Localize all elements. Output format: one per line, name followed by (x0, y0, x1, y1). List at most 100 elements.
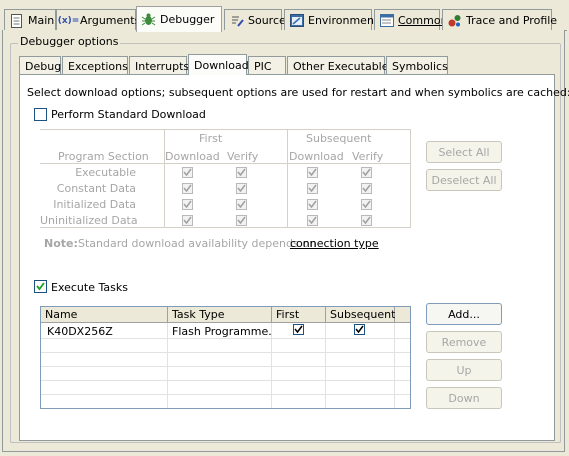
column-header-task-type[interactable]: Task Type (168, 307, 272, 323)
checkmark-icon (362, 184, 371, 193)
subsequent-verify-checkbox[interactable] (361, 215, 372, 226)
first-download-checkbox[interactable] (182, 167, 193, 178)
checkmark-icon (183, 200, 192, 209)
tab-interrupts[interactable]: Interrupts (129, 56, 189, 75)
tab-arguments[interactable]: (x)= Arguments (56, 9, 140, 31)
column-header-first[interactable]: First (272, 307, 326, 323)
tab-exceptions[interactable]: Exceptions (62, 56, 128, 75)
subsequent-group-header: Subsequent (306, 132, 372, 145)
tab-debugger-label: Debugger (160, 13, 215, 26)
download-grid-divider (164, 129, 165, 227)
add-task-button[interactable]: Add... (426, 303, 502, 325)
checkmark-icon (294, 325, 303, 334)
tab-common-label: Common (398, 14, 448, 27)
tab-environment-label: Environment (308, 14, 379, 27)
tab-source-label: Source (248, 14, 286, 27)
checkmark-icon (237, 216, 246, 225)
task-name-cell[interactable]: K40DX256Z (43, 324, 167, 338)
main-page-icon (9, 13, 24, 28)
checkmark-icon (362, 216, 371, 225)
tab-source[interactable]: Source (224, 9, 286, 31)
grid-line (41, 366, 410, 367)
download-grid-divider (287, 129, 288, 227)
tab-other-executables[interactable]: Other Executables (287, 56, 394, 75)
download-description: Select download options; subsequent opti… (27, 86, 569, 99)
first-verify-checkbox[interactable] (236, 215, 247, 226)
program-section-label: Uninitialized Data (40, 214, 138, 227)
first-verify-checkbox[interactable] (236, 199, 247, 210)
tab-trace-and-profile[interactable]: Trace and Profile (442, 9, 557, 31)
subsequent-verify-checkbox[interactable] (361, 183, 372, 194)
first-group-header: First (199, 132, 223, 145)
tab-pic[interactable]: PIC (248, 56, 286, 75)
debugger-option-tabs: Debug Exceptions Interrupts Download PIC… (19, 54, 555, 75)
debugger-options-title: Debugger options (18, 35, 121, 48)
subsequent-verify-checkbox[interactable] (361, 167, 372, 178)
checkmark-icon (362, 168, 371, 177)
subsequent-download-checkbox[interactable] (307, 215, 318, 226)
task-type-cell[interactable]: Flash Programme... (168, 324, 271, 338)
tab-debug[interactable]: Debug (19, 56, 61, 75)
checkmark-icon (237, 168, 246, 177)
first-verify-header: Verify (227, 150, 259, 163)
task-first-checkbox[interactable] (293, 324, 304, 335)
first-download-header: Download (165, 150, 220, 163)
move-down-button[interactable]: Down (426, 387, 502, 409)
first-download-checkbox[interactable] (182, 199, 193, 210)
tab-environment[interactable]: Environment (284, 9, 378, 31)
select-all-button[interactable]: Select All (426, 141, 502, 163)
move-up-button[interactable]: Up (426, 359, 502, 381)
grid-line (41, 394, 410, 395)
grid-line (41, 338, 410, 339)
checkmark-icon (308, 200, 317, 209)
first-verify-checkbox[interactable] (236, 183, 247, 194)
checkmark-icon (237, 184, 246, 193)
column-header-name[interactable]: Name (41, 307, 168, 323)
note-text: Standard download availability depends o… (78, 237, 316, 250)
subsequent-download-header: Download (289, 150, 344, 163)
tab-common[interactable]: Common (374, 9, 448, 31)
download-grid-divider (410, 129, 411, 227)
tab-main-label: Main (28, 14, 55, 27)
first-download-checkbox[interactable] (182, 183, 193, 194)
launch-configuration-dialog: Main (x)= Arguments Debugger Source Envi… (0, 0, 569, 456)
common-icon (379, 13, 394, 28)
subsequent-download-checkbox[interactable] (307, 183, 318, 194)
tab-download[interactable]: Download (188, 54, 249, 75)
subsequent-download-checkbox[interactable] (307, 167, 318, 178)
program-section-header: Program Section (58, 150, 149, 163)
grid-line (41, 352, 410, 353)
column-header-subsequent[interactable]: Subsequent (326, 307, 395, 323)
deselect-all-button[interactable]: Deselect All (426, 169, 502, 191)
source-icon (229, 13, 244, 28)
task-subsequent-checkbox[interactable] (354, 324, 365, 335)
tab-debugger[interactable]: Debugger (136, 6, 222, 32)
tab-arguments-label: Arguments (80, 14, 141, 27)
checkmark-icon (237, 200, 246, 209)
download-grid-bottom (40, 227, 411, 228)
perform-standard-download-checkbox[interactable] (34, 108, 47, 121)
trace-profile-icon (447, 13, 462, 28)
download-grid-top (40, 129, 411, 130)
perform-standard-download-label: Perform Standard Download (51, 108, 206, 121)
connection-type-link[interactable]: connection type (290, 237, 379, 250)
column-header-filler (395, 307, 410, 323)
launch-config-tabs: Main (x)= Arguments Debugger Source Envi… (2, 6, 567, 32)
program-section-label: Executable (75, 166, 136, 179)
first-download-checkbox[interactable] (182, 215, 193, 226)
program-section-label: Initialized Data (53, 198, 136, 211)
tab-main[interactable]: Main (4, 9, 56, 31)
checkmark-icon (308, 168, 317, 177)
checkmark-icon (308, 216, 317, 225)
subsequent-verify-checkbox[interactable] (361, 199, 372, 210)
first-verify-checkbox[interactable] (236, 167, 247, 178)
checkmark-icon (308, 184, 317, 193)
execute-tasks-checkbox[interactable] (34, 280, 47, 293)
note-label: Note: (44, 237, 78, 250)
tab-symbolics[interactable]: Symbolics (386, 56, 448, 75)
remove-task-button[interactable]: Remove (426, 331, 502, 353)
download-grid-header-line (40, 163, 411, 164)
arguments-icon: (x)= (57, 15, 80, 26)
tasks-table[interactable]: Name Task Type First Subsequent K40DX256… (40, 306, 411, 409)
subsequent-download-checkbox[interactable] (307, 199, 318, 210)
